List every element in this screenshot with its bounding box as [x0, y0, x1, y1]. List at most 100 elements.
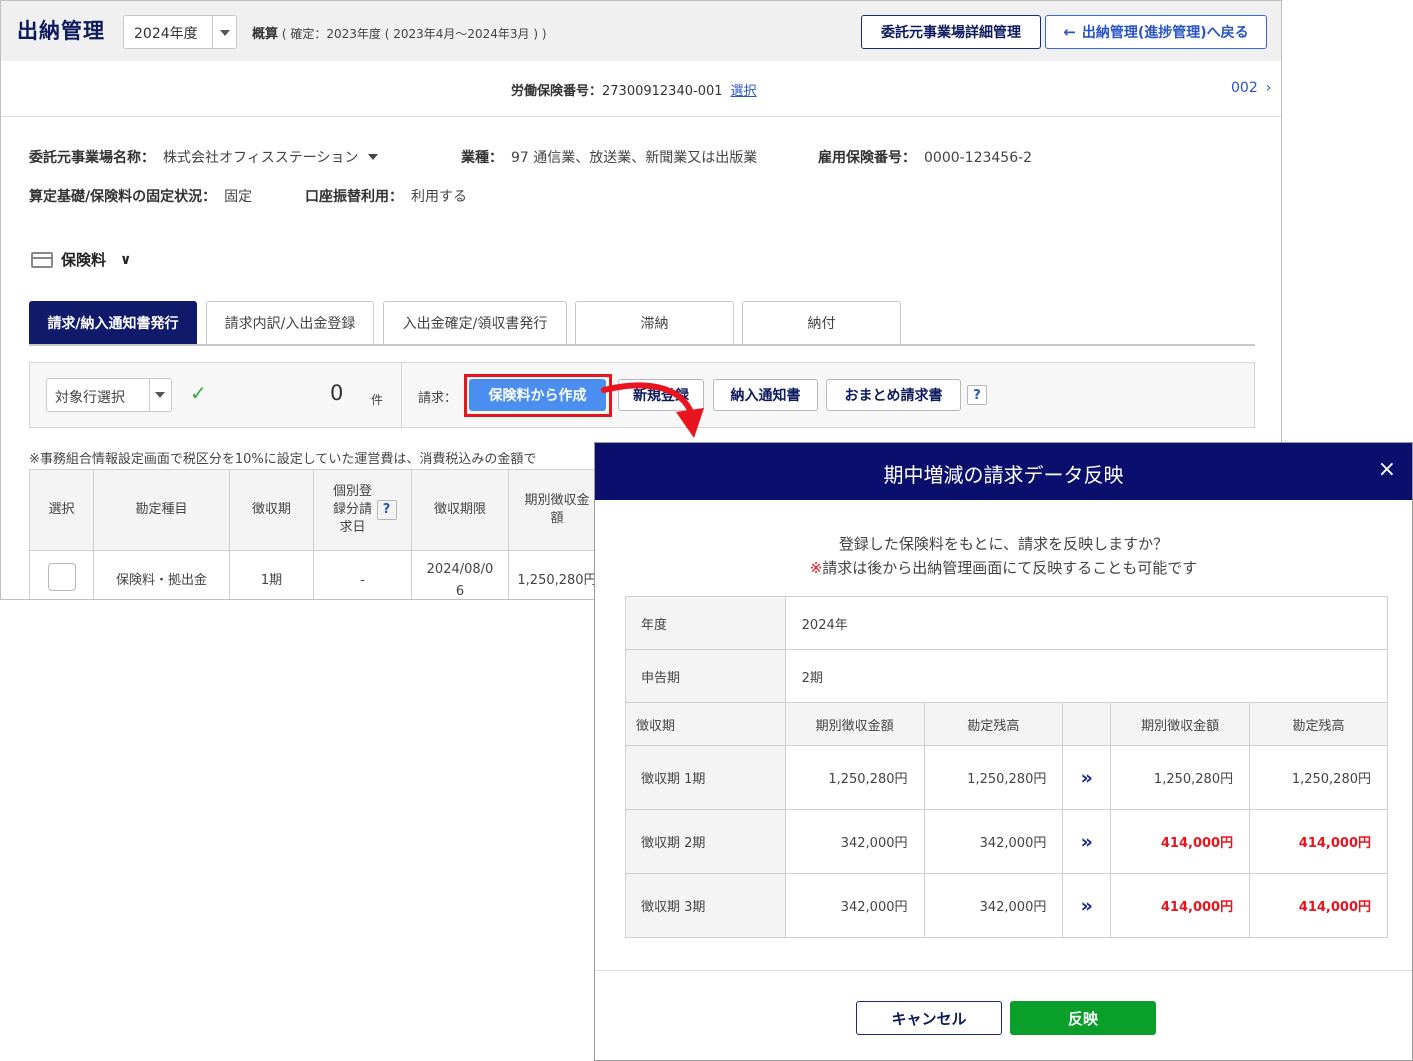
double-chevron-right-icon: »	[1062, 745, 1112, 810]
row-select-value: 対象行選択	[55, 390, 125, 406]
cancel-button[interactable]: キャンセル	[856, 1001, 1002, 1035]
chevron-down-icon: ∨	[120, 251, 132, 268]
summary-label: 概算	[252, 27, 279, 42]
row-select-dropdown[interactable]: 対象行選択	[46, 378, 172, 412]
old-balance-cell: 342,000円	[923, 809, 1064, 874]
arrow-left-icon: ←	[1063, 23, 1076, 41]
column-header: 勘定種目	[93, 469, 230, 551]
tab-invoice-detail[interactable]: 請求内訳/入出金登録	[206, 301, 374, 344]
check-icon[interactable]: ✓	[190, 381, 207, 405]
tab-payment[interactable]: 納付	[742, 301, 901, 344]
note-text: 請求は後から出納管理画面にて反映することも可能です	[822, 559, 1198, 577]
column-header: 選択	[29, 469, 94, 551]
row-checkbox[interactable]	[47, 562, 76, 591]
period-cell: 徴収期 3期	[625, 873, 786, 938]
new-balance-cell: 414,000円	[1249, 809, 1388, 874]
year-select[interactable]: 2024年度	[123, 15, 237, 49]
select-link[interactable]: 選択	[731, 84, 757, 99]
next-insurance-link[interactable]: 002 ›	[1231, 80, 1271, 96]
industry-value: 97 通信業、放送業、新聞業又は出版業	[511, 150, 758, 166]
industry-label: 業種：	[461, 150, 503, 166]
report-period-label: 申告期	[625, 649, 786, 703]
client-name[interactable]: 委託元事業場名称： 株式会社オフィスステーション	[29, 147, 379, 167]
table-cell: 1期	[229, 550, 314, 599]
table-cell	[29, 550, 94, 599]
note-mark: ※	[809, 559, 823, 577]
table-cell: 1,250,280円	[508, 550, 606, 599]
old-amount-cell: 1,250,280円	[784, 745, 925, 810]
create-from-premium-label: 保険料から作成	[488, 388, 587, 404]
old-amount-cell: 342,000円	[784, 809, 925, 874]
modal-title: 期中増減の請求データ反映	[883, 463, 1124, 487]
bundled-invoice-button[interactable]: おまとめ請求書	[826, 379, 961, 411]
report-period-value: 2期	[784, 649, 1389, 703]
close-icon[interactable]: ×	[1378, 457, 1396, 482]
column-header: 徴収期限	[411, 469, 509, 551]
column-header: 期別徴収金額	[1110, 702, 1251, 746]
year-value: 2024年	[784, 596, 1389, 650]
column-header	[1062, 702, 1112, 746]
old-balance-cell: 342,000円	[923, 873, 1064, 938]
double-chevron-right-icon: »	[1062, 809, 1112, 874]
table-header-row: 選択 勘定種目 徴収期 個別登録分請求日 ? 徴収期限 期別徴収金額	[29, 469, 606, 551]
cancel-button-label: キャンセル	[891, 1009, 967, 1028]
help-icon[interactable]: ?	[376, 500, 397, 520]
modal-note: ※請求は後から出納管理画面にて反映することも可能です	[595, 557, 1412, 578]
year-select-value: 2024年度	[134, 26, 198, 42]
page-title: 出納管理	[17, 19, 105, 43]
back-button-label: 出納管理(進捗管理)へ戻る	[1081, 25, 1249, 41]
account-transfer-value: 利用する	[411, 189, 467, 205]
client-detail-button[interactable]: 委託元事業場詳細管理	[861, 15, 1041, 49]
tab-label: 請求/納入通知書発行	[47, 316, 179, 332]
account-transfer-label: 口座振替利用：	[305, 189, 403, 205]
chevron-down-icon	[155, 392, 165, 398]
table-cell: 2024/08/06	[411, 550, 509, 599]
new-balance-cell: 414,000円	[1249, 873, 1388, 938]
red-arrow-annotation	[601, 382, 704, 438]
modal-header: 期中増減の請求データ反映 ×	[595, 443, 1412, 500]
year-row: 年度 2024年	[625, 596, 1389, 650]
table-cell: 保険料・拠出金	[93, 550, 230, 599]
tab-payment-confirm[interactable]: 入出金確定/領収書発行	[383, 301, 567, 344]
row-select-toggle[interactable]	[149, 379, 171, 411]
invoice-table: 選択 勘定種目 徴収期 個別登録分請求日 ? 徴収期限 期別徴収金額 保険料・拠…	[29, 469, 606, 599]
new-amount-cell: 414,000円	[1110, 809, 1251, 874]
period-cell: 徴収期 1期	[625, 745, 786, 810]
tab-invoice-issue[interactable]: 請求/納入通知書発行	[29, 301, 197, 344]
column-header: 勘定残高	[1249, 702, 1388, 746]
bill-label: 請求：	[418, 391, 458, 406]
insurance-section-toggle[interactable]: 保険料 ∨	[31, 249, 131, 270]
help-icon[interactable]: ?	[967, 385, 987, 405]
year-select-toggle[interactable]	[212, 16, 236, 48]
column-header: 徴収期	[229, 469, 314, 551]
tab-label: 納付	[807, 316, 836, 332]
employment-insurance-number: 雇用保険番号： 0000-123456-2	[818, 147, 1032, 167]
reflect-billing-modal: 期中増減の請求データ反映 × 登録した保険料をもとに、請求を反映しますか？ ※請…	[594, 442, 1413, 1061]
tab-label: 滞納	[640, 316, 669, 332]
client-name-label: 委託元事業場名称：	[29, 150, 155, 166]
apply-button[interactable]: 反映	[1010, 1001, 1156, 1035]
table-cell: -	[313, 550, 412, 599]
period-cell: 徴収期 2期	[625, 809, 786, 874]
year-label: 年度	[625, 596, 786, 650]
account-transfer: 口座振替利用： 利用する	[305, 186, 467, 206]
tab-label: 請求内訳/入出金登録	[224, 316, 356, 332]
payment-notice-button[interactable]: 納入通知書	[713, 379, 818, 411]
old-balance-cell: 1,250,280円	[923, 745, 1064, 810]
back-button[interactable]: ← 出納管理(進捗管理)へ戻る	[1045, 15, 1267, 49]
apply-button-label: 反映	[1067, 1009, 1098, 1028]
summary-detail: ( 確定：2023年度 ( 2023年4月～2024年3月 ) )	[281, 27, 547, 41]
selected-count: 0	[330, 381, 344, 405]
new-amount-cell: 414,000円	[1110, 873, 1251, 938]
fixed-status-value: 固定	[224, 189, 253, 205]
tab-arrears[interactable]: 滞納	[575, 301, 734, 344]
old-amount-cell: 342,000円	[784, 873, 925, 938]
create-from-premium-button[interactable]: 保険料から作成	[469, 379, 606, 411]
table-row: 徴収期 1期 1,250,280円 1,250,280円 » 1,250,280…	[625, 745, 1388, 810]
selected-count-unit: 件	[371, 393, 384, 407]
reflect-table: 年度 2024年 申告期 2期 徴収期 期別徴収金額 勘定残高 期別徴収金額 勘…	[625, 596, 1389, 938]
column-header: 徴収期	[625, 702, 786, 746]
table-row: 徴収期 2期 342,000円 342,000円 » 414,000円 414,…	[625, 809, 1388, 874]
double-chevron-right-icon: »	[1062, 873, 1112, 938]
column-header-label: 個別登録分請求日	[332, 484, 372, 535]
